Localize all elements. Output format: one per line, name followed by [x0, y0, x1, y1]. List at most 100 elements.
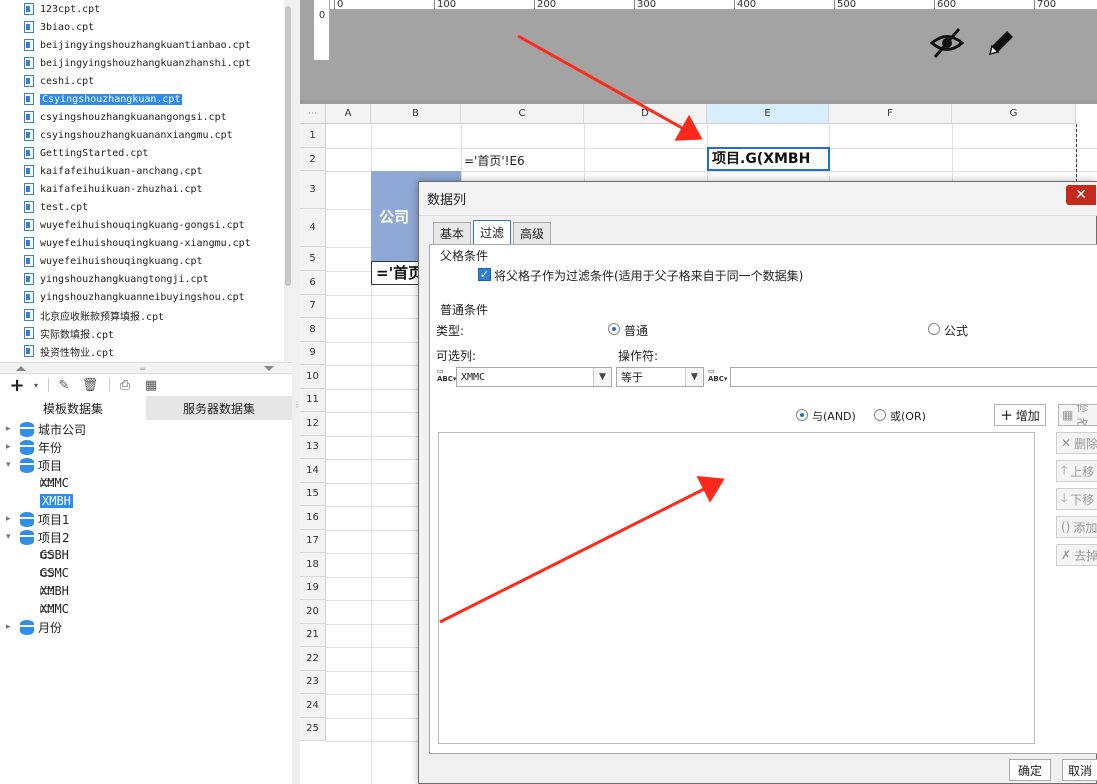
file-item[interactable]: beijingyingshouzhangkuanzhanshi.cpt	[0, 54, 284, 72]
row-header[interactable]: 14	[300, 459, 326, 483]
edit-pencil-icon[interactable]: ✎	[53, 375, 75, 395]
column-header[interactable]: C	[461, 104, 584, 124]
move-up-button[interactable]: 🡑 上移	[1056, 460, 1097, 482]
collapse-down-icon[interactable]	[264, 366, 274, 371]
file-list-scrollbar[interactable]	[284, 0, 292, 362]
row-header[interactable]: 15	[300, 482, 326, 506]
row-header[interactable]: 10	[300, 365, 326, 389]
tree-field-xmbh[interactable]: XMBH	[0, 582, 292, 600]
dataset-grid-icon[interactable]: ▦	[140, 375, 162, 395]
row-header[interactable]: 3	[300, 171, 326, 209]
row-header[interactable]: 20	[300, 600, 326, 624]
abc-type-icon[interactable]: ▭ ABC▾	[437, 367, 456, 385]
tree-node-year[interactable]: ▸ 年份	[0, 438, 292, 456]
tree-field-xmmc[interactable]: XMMC	[0, 600, 292, 618]
row-header[interactable]: 13	[300, 435, 326, 459]
abc-type-icon[interactable]: ▭ ABC▾	[708, 367, 727, 385]
row-header[interactable]: 6	[300, 271, 326, 295]
chevron-down-icon[interactable]: ▼	[685, 368, 703, 386]
tab-advanced[interactable]: 高级	[513, 222, 552, 244]
hide-eye-icon[interactable]	[930, 26, 964, 60]
file-item[interactable]: 北京应收账款预算填报.cpt	[0, 306, 284, 324]
file-item[interactable]: kaifafeihuikuan-zhuzhai.cpt	[0, 180, 284, 198]
row-header[interactable]: 9	[300, 341, 326, 365]
file-item[interactable]: csyingshouzhangkuanangongsi.cpt	[0, 108, 284, 126]
column-header[interactable]: D	[584, 104, 707, 124]
column-select[interactable]: XMMC ▼	[456, 367, 612, 387]
row-header[interactable]: 7	[300, 294, 326, 318]
row-header[interactable]: 17	[300, 529, 326, 553]
file-item[interactable]: wuyefeihuishouqingkuang-gongsi.cpt	[0, 216, 284, 234]
file-item[interactable]: kaifafeihuikuan-anchang.cpt	[0, 162, 284, 180]
file-item[interactable]: 3biao.cpt	[0, 18, 284, 36]
cancel-button[interactable]: 取消	[1062, 759, 1097, 781]
file-item[interactable]: GettingStarted.cpt	[0, 144, 284, 162]
file-item[interactable]: wuyefeihuishouqingkuang.cpt	[0, 252, 284, 270]
file-item[interactable]: wuyefeihuishouqingkuang-xiangmu.cpt	[0, 234, 284, 252]
add-dropdown-icon[interactable]: ▾	[32, 375, 40, 395]
or-radio[interactable]	[874, 409, 886, 421]
tree-node-project1[interactable]: ▸ 项目1	[0, 510, 292, 528]
file-item[interactable]: Csyingshouzhangkuan.cpt	[0, 90, 284, 108]
add-button[interactable]: + 增加	[994, 404, 1046, 426]
column-header[interactable]: E	[707, 104, 829, 124]
file-item[interactable]: csyingshouzhangkuananxiangmu.cpt	[0, 126, 284, 144]
tree-node-project[interactable]: ▾ 项目	[0, 456, 292, 474]
value-input[interactable]	[730, 367, 1097, 387]
and-radio[interactable]	[796, 409, 808, 421]
file-item[interactable]: beijingyingshouzhangkuantianbao.cpt	[0, 36, 284, 54]
file-item[interactable]: ceshi.cpt	[0, 72, 284, 90]
tab-template-dataset[interactable]: 模板数据集	[0, 396, 146, 420]
column-header[interactable]: B	[371, 104, 461, 124]
tree-field-gsbh[interactable]: GSBH	[0, 546, 292, 564]
preview-icon[interactable]: ⎙	[114, 375, 136, 395]
expand-arrow-icon[interactable]: ▸	[6, 622, 16, 632]
tab-basic[interactable]: 基本	[433, 222, 472, 244]
type-formula-radio[interactable]	[928, 323, 940, 335]
vertical-gutter[interactable]: ⋮	[292, 0, 301, 784]
tree-node-month[interactable]: ▸ 月份	[0, 618, 292, 636]
file-item[interactable]: yingshouzhangkuanneibuyingshou.cpt	[0, 288, 284, 306]
file-item[interactable]: 投资性物业.cpt	[0, 342, 284, 360]
cell-c2[interactable]: ='首页'!E6	[464, 152, 525, 169]
column-header[interactable]: A	[326, 104, 371, 124]
remove-bracket-button[interactable]: ✗去掉括号	[1056, 544, 1097, 566]
row-header[interactable]: 18	[300, 553, 326, 577]
delete-button[interactable]: ✕ 删除	[1056, 432, 1097, 454]
add-dataset-button[interactable]: +	[6, 375, 28, 396]
row-header[interactable]: 4	[300, 209, 326, 247]
row-header[interactable]: 21	[300, 623, 326, 647]
tree-field-gsmc[interactable]: GSMC	[0, 564, 292, 582]
parent-filter-checkbox[interactable]: ✓	[478, 268, 491, 281]
tree-node-city-company[interactable]: ▸ 城市公司	[0, 420, 292, 438]
row-header[interactable]: 8	[300, 318, 326, 342]
row-header[interactable]: 5	[300, 247, 326, 271]
row-header[interactable]: 22	[300, 647, 326, 671]
expand-arrow-icon[interactable]: ▸	[6, 442, 16, 452]
row-header[interactable]: 25	[300, 717, 326, 741]
row-header[interactable]: 24	[300, 694, 326, 718]
tree-field-xmmc[interactable]: XMMC	[0, 474, 292, 492]
column-header[interactable]: G	[952, 104, 1076, 124]
file-item[interactable]: yingshouzhangkuangtongji.cpt	[0, 270, 284, 288]
file-item[interactable]: test.cpt	[0, 198, 284, 216]
row-header[interactable]: 1	[300, 124, 326, 148]
row-header[interactable]: 2	[300, 148, 326, 171]
file-item[interactable]: 123cpt.cpt	[0, 0, 284, 18]
modify-button[interactable]: ▦ 修改	[1058, 404, 1097, 426]
expand-arrow-icon[interactable]: ▸	[6, 424, 16, 434]
row-header[interactable]: 23	[300, 670, 326, 694]
column-header[interactable]: F	[829, 104, 952, 124]
chevron-down-icon[interactable]: ▼	[593, 368, 611, 386]
row-header[interactable]: 12	[300, 412, 326, 436]
add-bracket-button[interactable]: ()添加括号	[1056, 516, 1097, 538]
row-header[interactable]: 16	[300, 506, 326, 530]
type-normal-radio[interactable]	[608, 323, 620, 335]
close-button[interactable]: ✕	[1066, 185, 1096, 205]
pane-splitter[interactable]: ═	[0, 362, 292, 375]
tab-filter[interactable]: 过滤	[473, 220, 512, 244]
collapse-arrow-icon[interactable]: ▾	[6, 460, 16, 470]
operator-select[interactable]: 等于 ▼	[616, 367, 704, 387]
delete-trash-icon[interactable]: 🗑	[79, 375, 101, 395]
collapse-up-icon[interactable]	[16, 366, 26, 371]
